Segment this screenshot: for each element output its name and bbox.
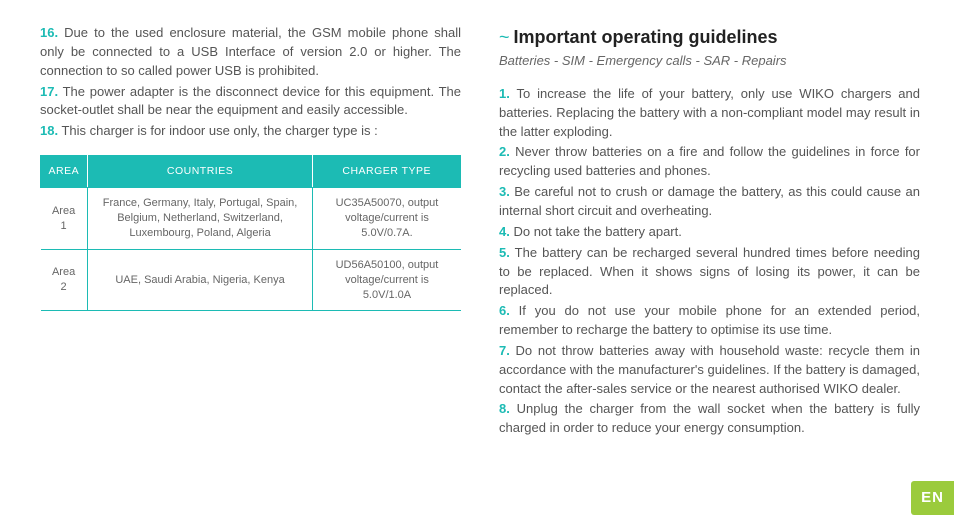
left-column: 16. Due to the used enclosure material, … bbox=[40, 24, 489, 503]
item-number: 2. bbox=[499, 144, 510, 159]
guideline-3: 3. Be careful not to crush or damage the… bbox=[499, 183, 920, 221]
item-number: 18. bbox=[40, 123, 58, 138]
item-text: Never throw batteries on a fire and foll… bbox=[499, 144, 920, 178]
item-text: If you do not use your mobile phone for … bbox=[499, 303, 920, 337]
title-text: Important operating guidelines bbox=[514, 27, 778, 47]
section-title: ~Important operating guidelines bbox=[499, 24, 920, 50]
cell-countries: UAE, Saudi Arabia, Nigeria, Kenya bbox=[87, 249, 313, 311]
item-text: Do not throw batteries away with househo… bbox=[499, 343, 920, 396]
item-text: The power adapter is the disconnect devi… bbox=[40, 84, 461, 118]
item-16: 16. Due to the used enclosure material, … bbox=[40, 24, 461, 81]
guideline-2: 2. Never throw batteries on a fire and f… bbox=[499, 143, 920, 181]
item-number: 1. bbox=[499, 86, 510, 101]
item-number: 7. bbox=[499, 343, 510, 358]
item-text: Due to the used enclosure material, the … bbox=[40, 25, 461, 78]
guideline-6: 6. If you do not use your mobile phone f… bbox=[499, 302, 920, 340]
table-header-row: AREA COUNTRIES CHARGER TYPE bbox=[41, 156, 461, 188]
item-text: Be careful not to crush or damage the ba… bbox=[499, 184, 920, 218]
item-number: 8. bbox=[499, 401, 510, 416]
cell-area: Area 2 bbox=[41, 249, 88, 311]
item-17: 17. The power adapter is the disconnect … bbox=[40, 83, 461, 121]
guideline-4: 4. Do not take the battery apart. bbox=[499, 223, 920, 242]
item-number: 4. bbox=[499, 224, 510, 239]
item-text: To increase the life of your battery, on… bbox=[499, 86, 920, 139]
cell-countries: France, Germany, Italy, Portugal, Spain,… bbox=[87, 188, 313, 250]
th-countries: COUNTRIES bbox=[87, 156, 313, 188]
item-text: Unplug the charger from the wall socket … bbox=[499, 401, 920, 435]
guideline-5: 5. The battery can be recharged several … bbox=[499, 244, 920, 301]
item-18: 18. This charger is for indoor use only,… bbox=[40, 122, 461, 141]
item-text: Do not take the battery apart. bbox=[513, 224, 681, 239]
section-subtitle: Batteries - SIM - Emergency calls - SAR … bbox=[499, 52, 920, 71]
item-text: This charger is for indoor use only, the… bbox=[61, 123, 377, 138]
guideline-1: 1. To increase the life of your battery,… bbox=[499, 85, 920, 142]
th-area: AREA bbox=[41, 156, 88, 188]
item-number: 6. bbox=[499, 303, 510, 318]
right-column: ~Important operating guidelines Batterie… bbox=[489, 24, 930, 503]
table-row: Area 1 France, Germany, Italy, Portugal,… bbox=[41, 188, 461, 250]
item-number: 3. bbox=[499, 184, 510, 199]
item-number: 5. bbox=[499, 245, 510, 260]
charger-table: AREA COUNTRIES CHARGER TYPE Area 1 Franc… bbox=[40, 155, 461, 311]
item-text: The battery can be recharged several hun… bbox=[499, 245, 920, 298]
language-badge: EN bbox=[911, 481, 954, 515]
item-number: 17. bbox=[40, 84, 58, 99]
table-row: Area 2 UAE, Saudi Arabia, Nigeria, Kenya… bbox=[41, 249, 461, 311]
tilde-icon: ~ bbox=[499, 27, 510, 47]
cell-charger: UD56A50100, output voltage/current is 5.… bbox=[313, 249, 461, 311]
th-charger: CHARGER TYPE bbox=[313, 156, 461, 188]
cell-charger: UC35A50070, output voltage/current is 5.… bbox=[313, 188, 461, 250]
guideline-8: 8. Unplug the charger from the wall sock… bbox=[499, 400, 920, 438]
guideline-7: 7. Do not throw batteries away with hous… bbox=[499, 342, 920, 399]
item-number: 16. bbox=[40, 25, 58, 40]
cell-area: Area 1 bbox=[41, 188, 88, 250]
